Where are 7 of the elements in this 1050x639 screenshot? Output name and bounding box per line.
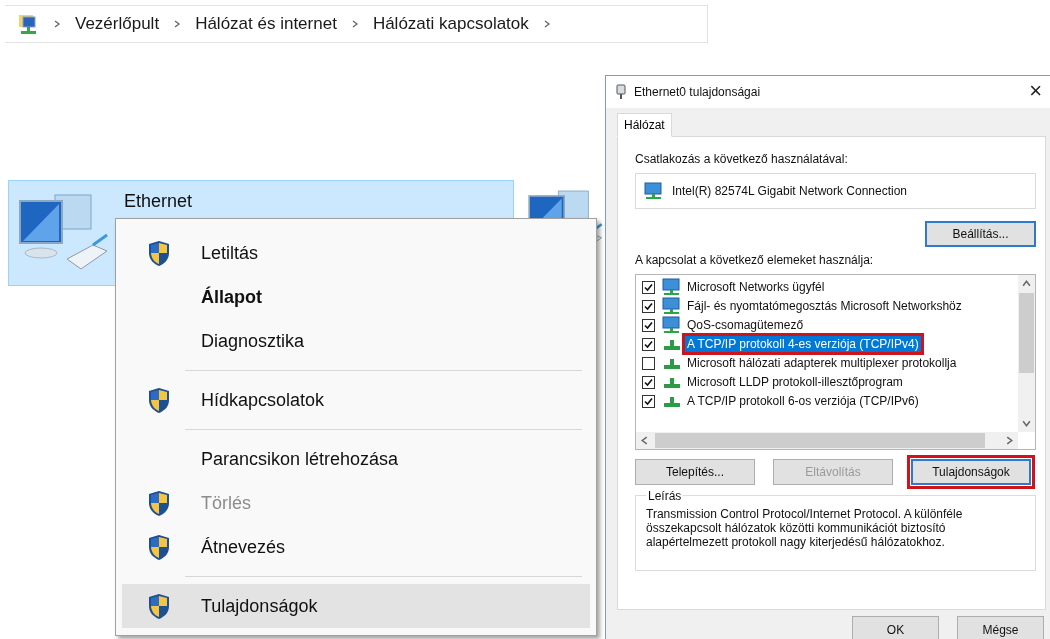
list-label: A kapcsolat a következő elemeket használja: [635,252,875,267]
description-text: Transmission Control Protocol/Internet Protocol. A különféle összekapcsolt hálózatok közötti kommunikációt biztosító alapértelmezett protokoll nagy kiterjedésű hálózatokhoz. [646,506,964,549]
group-title: Leírás [647,488,683,503]
adapter-field: Intel(R) 82574L Gigabit Network Connection [635,172,1036,209]
window-title: Ethernet0 tulajdonságai [634,84,761,99]
connection-name: Ethernet [124,191,193,212]
field-label: Csatlakozás a következő használatával: [635,151,849,166]
